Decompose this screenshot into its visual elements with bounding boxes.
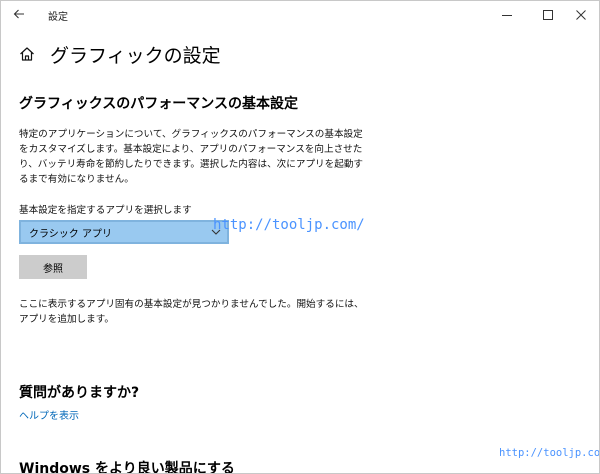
watermark-corner: http://tooljp.com/: [499, 447, 600, 459]
settings-window: 設定 グラフィックの設定 グラフィックスのパフォーマンスの基本設定 特定のアプリ…: [0, 0, 600, 474]
no-settings-notice: ここに表示するアプリ固有の基本設定が見つかりませんでした。開始するには、アプリを…: [19, 299, 364, 325]
back-button[interactable]: [5, 2, 33, 26]
minimize-icon: [502, 15, 512, 16]
improve-windows-title: Windows をより良い製品にする: [19, 461, 235, 474]
page-title: グラフィックの設定: [50, 45, 221, 67]
maximize-icon: [543, 10, 553, 20]
app-type-dropdown[interactable]: クラシック アプリ: [19, 220, 229, 244]
app-select-label: 基本設定を指定するアプリを選択します: [19, 205, 192, 216]
app-type-selected: クラシック アプリ: [29, 228, 112, 240]
home-icon[interactable]: [19, 46, 35, 62]
title-bar: 設定: [1, 1, 599, 29]
window-title: 設定: [48, 12, 68, 23]
help-link[interactable]: ヘルプを表示: [19, 407, 79, 422]
section-title: グラフィックスのパフォーマンスの基本設定: [19, 96, 299, 112]
close-icon: [576, 10, 586, 20]
maximize-button[interactable]: [531, 1, 565, 29]
browse-button[interactable]: 参照: [19, 255, 87, 279]
performance-description: 特定のアプリケーションについて、グラフィックスのパフォーマンスの基本設定をカスタ…: [19, 129, 364, 185]
close-button[interactable]: [564, 1, 598, 29]
question-title: 質問がありますか?: [19, 385, 140, 401]
minimize-button[interactable]: [490, 1, 524, 29]
back-arrow-icon: [13, 9, 24, 19]
watermark-center: http://tooljp.com/: [213, 217, 365, 233]
